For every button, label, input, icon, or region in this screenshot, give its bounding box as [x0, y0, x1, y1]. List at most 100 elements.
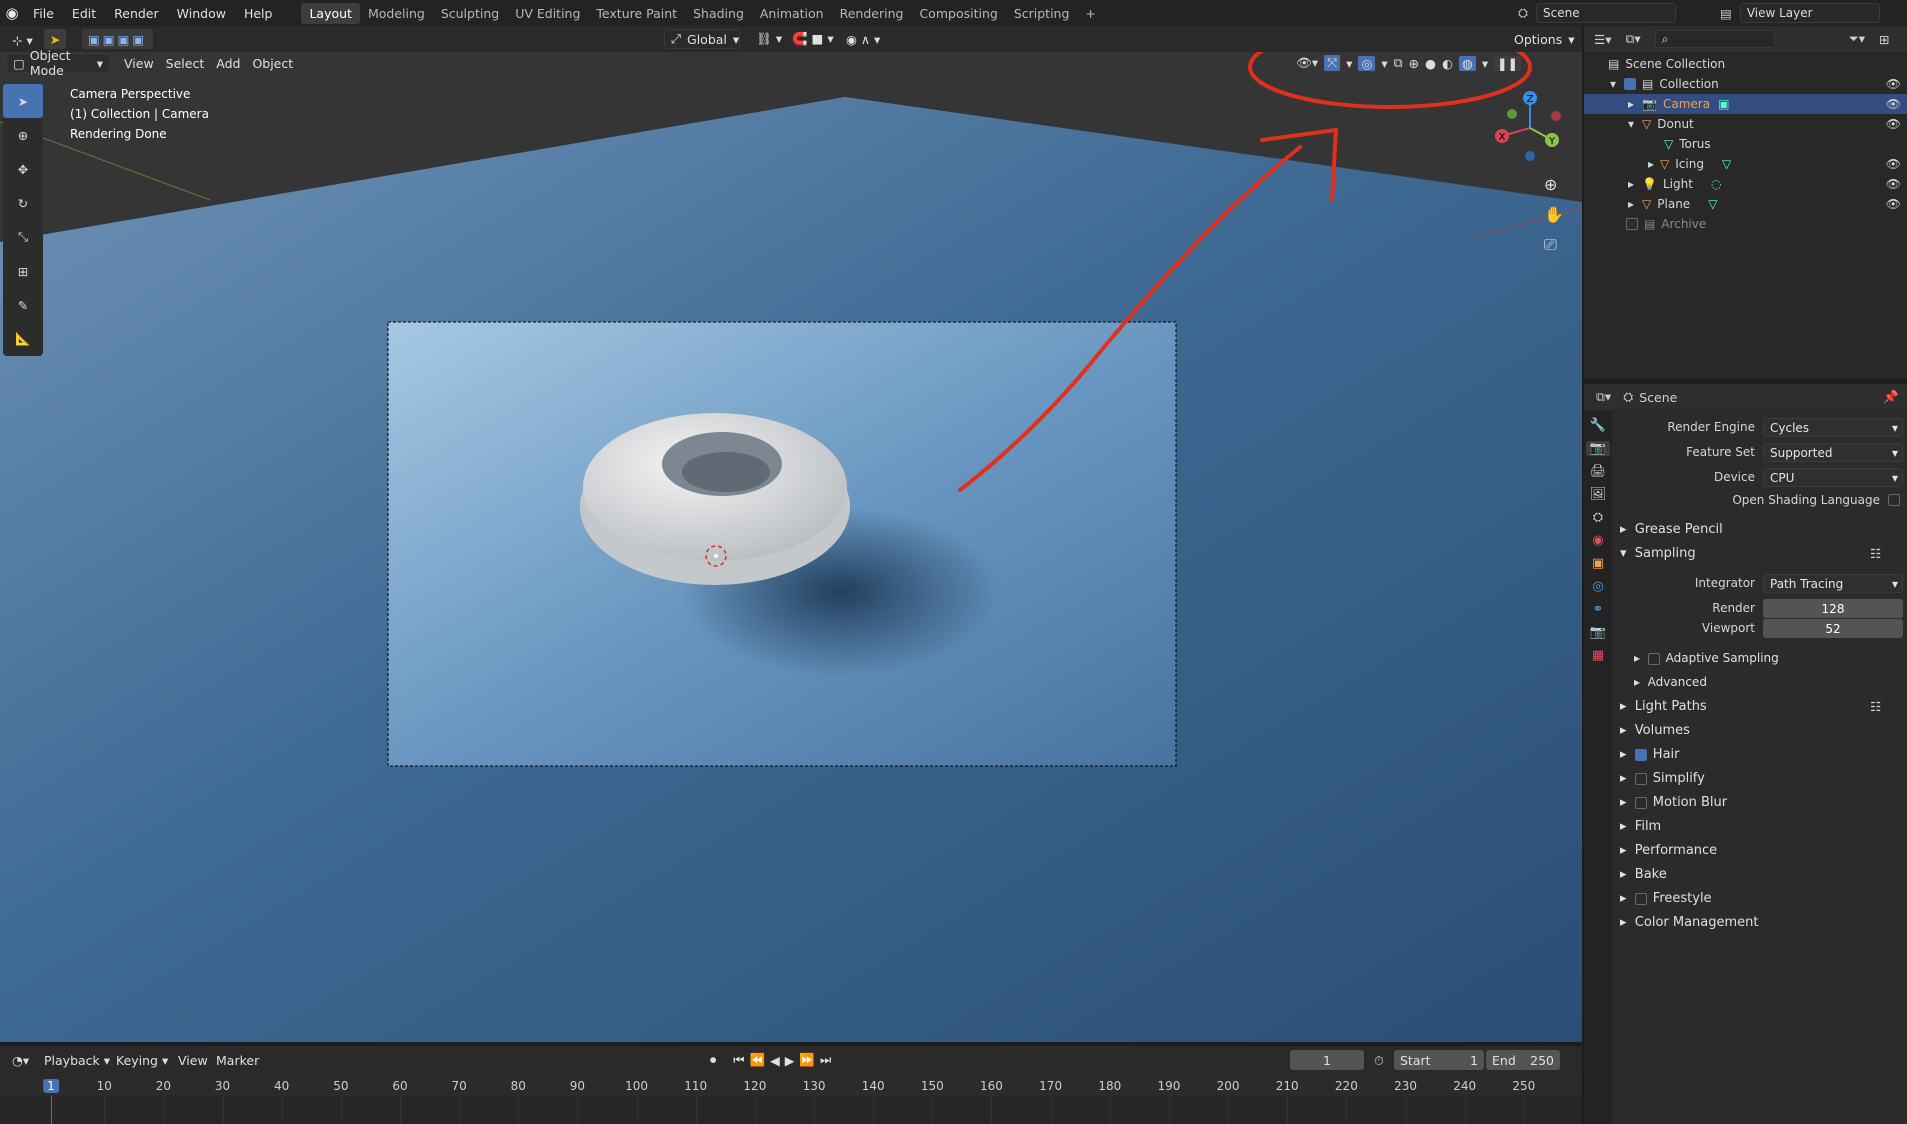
- proportional-edit-toggle[interactable]: ◉ ∧ ▾: [840, 29, 886, 49]
- outliner-scene-collection[interactable]: ▤ Scene Collection: [1584, 54, 1907, 74]
- scene-selector[interactable]: ⛭ Scene: [1518, 3, 1677, 23]
- scene-tab-icon[interactable]: ⛭: [1593, 510, 1603, 525]
- blender-logo-icon[interactable]: ◉: [0, 4, 24, 22]
- outliner-item-plane[interactable]: ▸ ▽ Plane ▽ 👁: [1584, 194, 1907, 214]
- tab-rendering[interactable]: Rendering: [832, 3, 912, 24]
- scale-tool[interactable]: ⤡: [3, 220, 43, 254]
- current-frame-field[interactable]: 1: [1290, 1050, 1364, 1070]
- tab-texture-paint[interactable]: Texture Paint: [588, 3, 685, 24]
- jump-start-icon[interactable]: ⏮: [733, 1052, 745, 1068]
- constraints-tab-icon[interactable]: ⚭: [1593, 602, 1604, 617]
- tab-animation[interactable]: Animation: [752, 3, 832, 24]
- exclude-checkbox[interactable]: [1626, 218, 1638, 230]
- annotate-tool[interactable]: ✎: [3, 288, 43, 322]
- menu-help[interactable]: Help: [235, 6, 282, 21]
- viewport-menu-select[interactable]: Select: [160, 53, 211, 73]
- eye-icon[interactable]: 👁: [1886, 157, 1901, 171]
- view-layer-selector[interactable]: ▤ View Layer: [1720, 3, 1880, 23]
- section-simplify[interactable]: ▸ Simplify: [1620, 771, 1705, 786]
- section-grease-pencil[interactable]: ▸ Grease Pencil: [1620, 522, 1723, 537]
- output-tab-icon[interactable]: 🖨: [1590, 464, 1607, 479]
- tab-shading[interactable]: Shading: [685, 3, 752, 24]
- section-bake[interactable]: ▸ Bake: [1620, 867, 1667, 882]
- outliner-item-torus[interactable]: ▽ Torus: [1584, 134, 1907, 154]
- outliner-item-camera[interactable]: ▸ 📷 Camera ▣ 👁: [1584, 94, 1907, 114]
- move-tool[interactable]: ✥: [3, 152, 43, 186]
- section-volumes[interactable]: ▸ Volumes: [1620, 723, 1690, 738]
- play-reverse-icon[interactable]: ◀: [770, 1053, 781, 1068]
- menu-file[interactable]: File: [24, 6, 63, 21]
- playback-menu[interactable]: Playback ▾: [38, 1050, 116, 1070]
- stopwatch-icon[interactable]: ⏱: [1374, 1053, 1384, 1069]
- cursor-tool[interactable]: ⊕: [3, 118, 43, 152]
- eye-icon[interactable]: 👁: [1886, 117, 1901, 131]
- timeline-view-menu[interactable]: View: [172, 1050, 214, 1070]
- tool-tab-icon[interactable]: 🔧: [1590, 418, 1606, 433]
- outliner-item-light[interactable]: ▸ 💡 Light ◌ 👁: [1584, 174, 1907, 194]
- section-performance[interactable]: ▸ Performance: [1620, 843, 1717, 858]
- solid-shading-icon[interactable]: ●: [1425, 56, 1436, 71]
- view-layer-tab-icon[interactable]: 🖼: [1590, 487, 1607, 502]
- snap-toggle[interactable]: 🧲 ■ ▾: [786, 29, 840, 49]
- timeline-editor-icon[interactable]: ◔▾: [6, 1050, 35, 1070]
- menu-render[interactable]: Render: [105, 6, 168, 21]
- motion-blur-checkbox[interactable]: [1634, 796, 1647, 809]
- timeline-ruler[interactable]: 1 10 20 30 40 50 60 70 80 90 100 110 120 130 140 150 160…: [0, 1076, 1582, 1096]
- filter-icon[interactable]: ⏷▾: [1849, 31, 1865, 47]
- menu-window[interactable]: Window: [168, 6, 235, 21]
- render-tab-icon[interactable]: 📷: [1585, 441, 1611, 456]
- start-frame-field[interactable]: Start 1: [1394, 1050, 1484, 1070]
- eye-icon[interactable]: 👁: [1886, 77, 1901, 91]
- viewport-menu-add[interactable]: Add: [210, 53, 246, 73]
- tab-scripting[interactable]: Scripting: [1006, 3, 1078, 24]
- texture-tab-icon[interactable]: ▦: [1592, 648, 1604, 663]
- rendered-shading-icon[interactable]: ◍: [1458, 55, 1476, 71]
- outliner-item-icing[interactable]: ▸ ▽ Icing ▽ 👁: [1584, 154, 1907, 174]
- transform-tool[interactable]: ⊞: [3, 254, 43, 288]
- chevron-down-icon[interactable]: ▾: [1482, 56, 1488, 71]
- record-icon[interactable]: ⏺: [710, 1052, 717, 1068]
- list-menu-icon[interactable]: ☷: [1870, 699, 1881, 714]
- tab-compositing[interactable]: Compositing: [911, 3, 1005, 24]
- physics-tab-icon[interactable]: ◎: [1592, 579, 1603, 594]
- outliner-item-collection[interactable]: ▾ ▤ Collection 👁: [1584, 74, 1907, 94]
- section-freestyle[interactable]: ▸ Freestyle: [1620, 891, 1712, 906]
- section-motion-blur[interactable]: ▸ Motion Blur: [1620, 795, 1727, 810]
- transform-orientation-dropdown[interactable]: ⤢ Global ▾: [664, 29, 740, 49]
- overlays-toggle-icon[interactable]: ◎: [1358, 55, 1376, 71]
- properties-editor-icon[interactable]: ⧉▾: [1596, 389, 1611, 405]
- timeline-body[interactable]: [0, 1096, 1582, 1124]
- osl-checkbox[interactable]: [1888, 494, 1900, 506]
- world-tab-icon[interactable]: ◉: [1592, 533, 1603, 548]
- eye-icon[interactable]: 👁: [1886, 177, 1901, 191]
- keying-menu[interactable]: Keying ▾: [110, 1050, 174, 1070]
- subsection-adaptive-sampling[interactable]: ▸ Adaptive Sampling: [1634, 651, 1779, 665]
- rotate-tool[interactable]: ↻: [3, 186, 43, 220]
- tab-layout[interactable]: Layout: [301, 2, 360, 24]
- navigation-gizmo[interactable]: Z X Y: [1490, 88, 1570, 168]
- gizmo-toggle-icon[interactable]: ⤧: [1324, 55, 1341, 71]
- tab-sculpting[interactable]: Sculpting: [433, 3, 507, 24]
- section-light-paths[interactable]: ▸ Light Paths: [1620, 699, 1707, 714]
- hair-checkbox[interactable]: [1634, 748, 1647, 761]
- exclude-checkbox[interactable]: [1624, 78, 1637, 90]
- add-workspace-button[interactable]: +: [1077, 3, 1103, 24]
- viewport-samples-field[interactable]: 52: [1763, 619, 1903, 638]
- pause-render-icon[interactable]: ❚❚: [1494, 55, 1522, 71]
- integrator-dropdown[interactable]: Path Tracing ▾: [1763, 574, 1903, 593]
- section-film[interactable]: ▸ Film: [1620, 819, 1661, 834]
- select-tool-toggle[interactable]: ➤: [44, 29, 66, 49]
- measure-tool[interactable]: 📐: [3, 322, 43, 356]
- chevron-down-icon[interactable]: ▾: [1381, 56, 1387, 71]
- section-hair[interactable]: ▸ Hair: [1620, 747, 1680, 762]
- select-box-tool[interactable]: ➤: [3, 84, 43, 118]
- tab-uv-editing[interactable]: UV Editing: [507, 3, 588, 24]
- outliner-editor-icon[interactable]: ☰▾: [1594, 32, 1611, 47]
- outliner-item-donut[interactable]: ▾ ▽ Donut 👁: [1584, 114, 1907, 134]
- material-shading-icon[interactable]: ◐: [1442, 56, 1453, 71]
- eye-icon[interactable]: 👁: [1886, 97, 1901, 111]
- outliner-search-input[interactable]: ⌕: [1654, 30, 1775, 48]
- xray-toggle-icon[interactable]: ⧉: [1394, 55, 1403, 71]
- chevron-down-icon[interactable]: ▾: [1346, 56, 1352, 71]
- list-menu-icon[interactable]: ☷: [1870, 546, 1881, 561]
